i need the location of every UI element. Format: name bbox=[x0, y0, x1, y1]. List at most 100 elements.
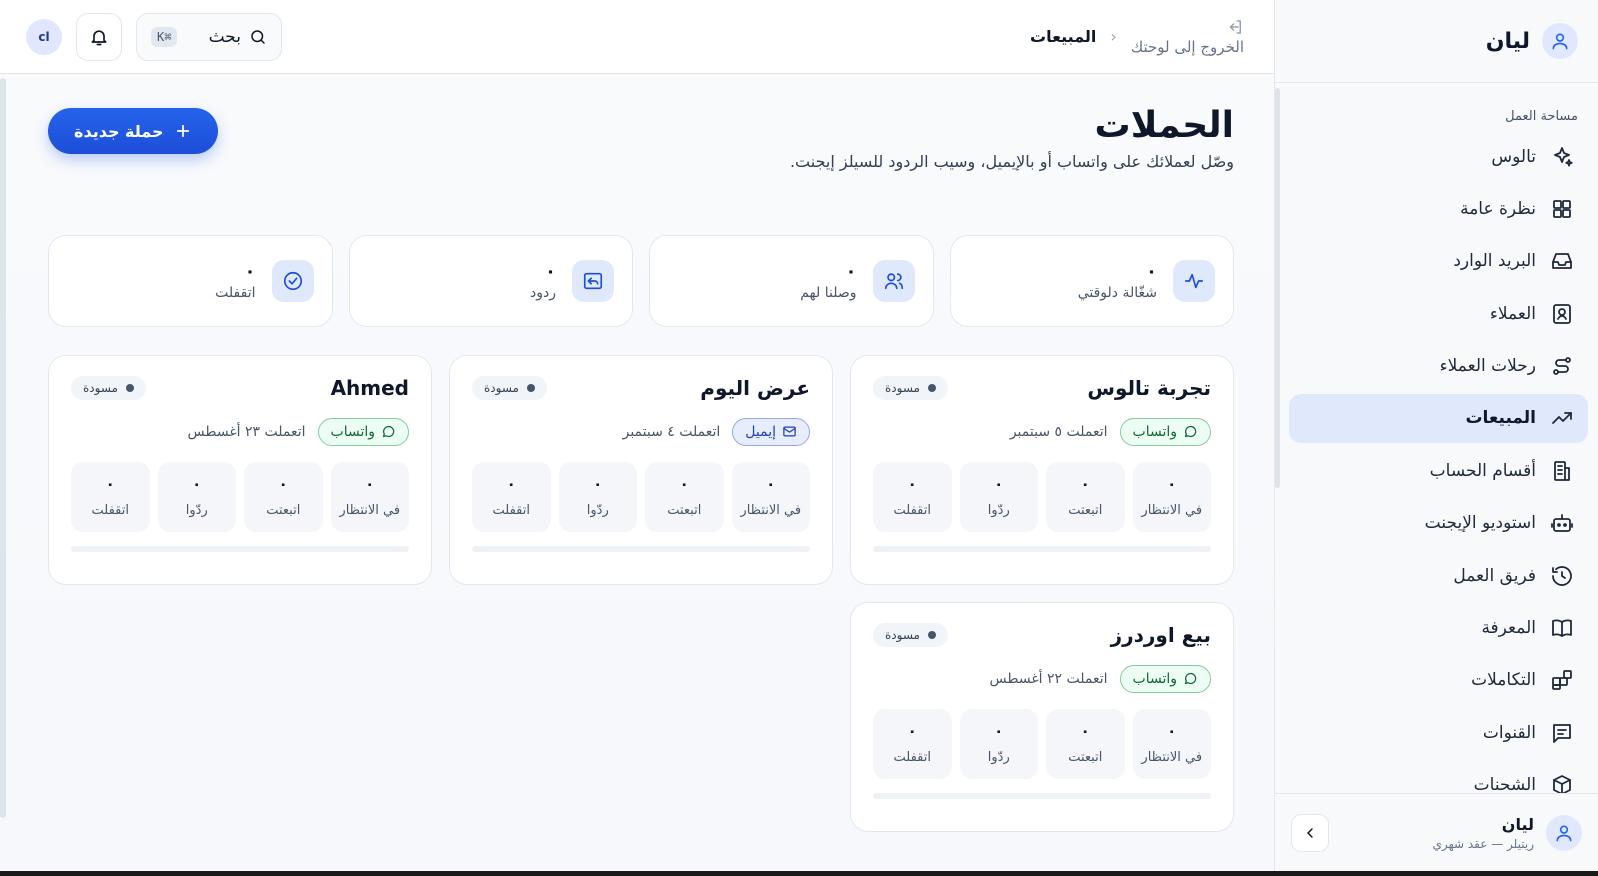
status-dot bbox=[927, 630, 936, 639]
message-square-icon bbox=[1553, 723, 1571, 743]
sidebar-scrollbar[interactable] bbox=[1275, 88, 1280, 488]
breadcrumb-chevron-icon: ‹ bbox=[1110, 27, 1117, 46]
metric-value: ٠ bbox=[365, 475, 375, 494]
topbar: الخروج إلى لوحتك ‹ المبيعات بحث ⌘K cl bbox=[0, 0, 1274, 74]
mail-icon bbox=[783, 426, 796, 437]
campaign-metric: ٠ اتقفلت bbox=[472, 461, 551, 532]
sidebar-item-0[interactable]: تالوس bbox=[1289, 132, 1588, 181]
campaign-metric: ٠ ردّوا bbox=[959, 708, 1038, 779]
sidebar-item-label: نظرة عامة bbox=[1460, 198, 1536, 219]
whatsapp-icon bbox=[382, 425, 395, 438]
metric-label: اتقفلت bbox=[91, 503, 129, 519]
campaign-metric: ٠ اتبعتت bbox=[1046, 708, 1125, 779]
sidebar-item-4[interactable]: رحلات العملاء bbox=[1289, 342, 1588, 391]
status-label: مسودة bbox=[484, 380, 519, 395]
page-title: الحملات bbox=[1094, 105, 1234, 146]
new-campaign-button[interactable]: حملة جديدة bbox=[48, 108, 218, 154]
sidebar-item-9[interactable]: المعرفة bbox=[1289, 604, 1588, 653]
campaign-card[interactable]: Ahmed مسودة واتساب اتعملت ٢٣ أغسطس ٠ في الانت… bbox=[48, 354, 432, 585]
sidebar-item-label: التكاملات bbox=[1471, 670, 1536, 691]
stat-value: ٠ bbox=[1146, 260, 1157, 282]
campaign-created-date: اتعملت ٤ سبتمبر bbox=[622, 423, 721, 440]
metric-label: في الانتظار bbox=[1141, 750, 1203, 766]
campaign-metric: ٠ في الانتظار bbox=[330, 461, 409, 532]
campaign-metric: ٠ في الانتظار bbox=[1132, 708, 1211, 779]
stat-label: وصلنا لهم bbox=[800, 284, 857, 301]
sidebar-item-6[interactable]: أقسام الحساب bbox=[1289, 446, 1588, 495]
status-label: مسودة bbox=[885, 380, 920, 395]
sidebar-footer: ليان ريتيلر — عقد شهري bbox=[1275, 793, 1598, 871]
sidebar-item-11[interactable]: القنوات bbox=[1289, 708, 1588, 757]
stat-value: ٠ bbox=[545, 260, 556, 282]
campaign-card[interactable]: عرض اليوم مسودة إيميل اتعملت ٤ سبتمبر ٠ في ال… bbox=[449, 354, 833, 585]
workspace-avatar-icon[interactable] bbox=[1542, 23, 1578, 59]
page-subtitle: وصّل لعملائك على واتساب أو بالإيميل، وسي… bbox=[789, 151, 1234, 171]
metric-label: ردّوا bbox=[987, 750, 1010, 766]
sidebar-item-2[interactable]: البريد الوارد bbox=[1289, 237, 1588, 286]
user-avatar-icon[interactable] bbox=[1546, 814, 1582, 851]
building-icon bbox=[1554, 460, 1570, 481]
stat-icon-box bbox=[1173, 259, 1215, 302]
sidebar-item-1[interactable]: نظرة عامة bbox=[1289, 184, 1588, 233]
app-window: ليان مساحة العمل تالوس نظرة عامة البريد ال… bbox=[0, 0, 1598, 871]
campaign-name: تجربة تالوس bbox=[1087, 375, 1211, 400]
campaign-card[interactable]: تجربة تالوس مسودة واتساب اتعملت ٥ سبتمبر ٠ في… bbox=[850, 354, 1234, 585]
campaign-metric: ٠ في الانتظار bbox=[1132, 461, 1211, 532]
user-info[interactable]: ليان ريتيلر — عقد شهري bbox=[1432, 815, 1534, 851]
campaign-card[interactable]: بيع اوردرز مسودة واتساب اتعملت ٢٢ أغسطس ٠ في … bbox=[850, 601, 1234, 832]
sidebar-section-label: مساحة العمل bbox=[1505, 109, 1578, 124]
breadcrumb-current: المبيعات bbox=[1030, 27, 1097, 46]
user-menu-avatar[interactable]: cl bbox=[26, 18, 62, 55]
search-button[interactable]: بحث ⌘K bbox=[136, 12, 282, 61]
stat-card: ٠ وصلنا لهم bbox=[649, 234, 934, 327]
sidebar-item-label: أقسام الحساب bbox=[1429, 460, 1536, 481]
campaign-cards: تجربة تالوس مسودة واتساب اتعملت ٥ سبتمبر ٠ في… bbox=[48, 354, 1234, 835]
campaign-metric: ٠ ردّوا bbox=[558, 461, 637, 532]
campaign-metric: ٠ اتبعتت bbox=[645, 461, 724, 532]
sidebar-item-label: البريد الوارد bbox=[1453, 251, 1536, 272]
metric-label: اتبعتت bbox=[1068, 503, 1103, 519]
campaign-created-date: اتعملت ٢٣ أغسطس bbox=[187, 423, 306, 440]
status-dot bbox=[125, 383, 134, 392]
sidebar-item-7[interactable]: استوديو الإيجنت bbox=[1289, 499, 1588, 548]
campaign-progress-bar bbox=[873, 545, 1211, 552]
sidebar-item-5[interactable]: المبيعات bbox=[1289, 393, 1588, 443]
channel-badge: واتساب bbox=[317, 417, 409, 446]
stat-label: شغّالة دلوقتي bbox=[1077, 284, 1157, 301]
chevron-left-icon bbox=[1306, 827, 1313, 838]
exit-to-dashboard-link[interactable]: الخروج إلى لوحتك bbox=[1131, 18, 1244, 56]
campaign-name: بيع اوردرز bbox=[1110, 622, 1211, 647]
campaign-metric: ٠ اتبعتت bbox=[244, 461, 323, 532]
whatsapp-icon bbox=[1184, 672, 1197, 685]
campaign-metric: ٠ ردّوا bbox=[157, 461, 236, 532]
stat-icon-box bbox=[572, 259, 614, 302]
channel-label: واتساب bbox=[1132, 670, 1177, 687]
sidebar-item-label: استوديو الإيجنت bbox=[1424, 513, 1536, 534]
users-icon bbox=[884, 272, 903, 289]
stat-card: ٠ اتقفلت bbox=[48, 234, 333, 327]
activity-icon bbox=[1184, 273, 1204, 288]
campaign-created-date: اتعملت ٥ سبتمبر bbox=[1009, 423, 1108, 440]
notifications-button[interactable] bbox=[76, 12, 122, 61]
inbox-icon bbox=[1552, 253, 1572, 270]
reply-icon bbox=[583, 272, 603, 289]
metric-value: ٠ bbox=[1080, 475, 1090, 494]
collapse-sidebar-button[interactable] bbox=[1291, 813, 1329, 852]
blocks-icon bbox=[1552, 670, 1572, 691]
sidebar-item-3[interactable]: العملاء bbox=[1289, 289, 1588, 338]
sidebar-item-8[interactable]: فريق العمل bbox=[1289, 551, 1588, 600]
metric-value: ٠ bbox=[1080, 722, 1090, 741]
search-label: بحث bbox=[208, 26, 241, 47]
page-header: الحملات وصّل لعملائك على واتساب أو بالإي… bbox=[48, 106, 1234, 171]
sparkles-icon bbox=[1554, 146, 1573, 166]
status-dot bbox=[526, 383, 535, 392]
campaigns-page: الحملات وصّل لعملائك على واتساب أو بالإي… bbox=[0, 74, 1274, 835]
sidebar-item-label: فريق العمل bbox=[1453, 565, 1536, 586]
stat-label: ردود bbox=[530, 284, 556, 301]
metric-value: ٠ bbox=[994, 722, 1004, 741]
stat-value: ٠ bbox=[845, 260, 857, 282]
sidebar-item-10[interactable]: التكاملات bbox=[1289, 656, 1588, 705]
channel-badge: واتساب bbox=[1119, 417, 1211, 446]
log-out-icon bbox=[1229, 19, 1241, 34]
stat-label: اتقفلت bbox=[215, 284, 256, 301]
